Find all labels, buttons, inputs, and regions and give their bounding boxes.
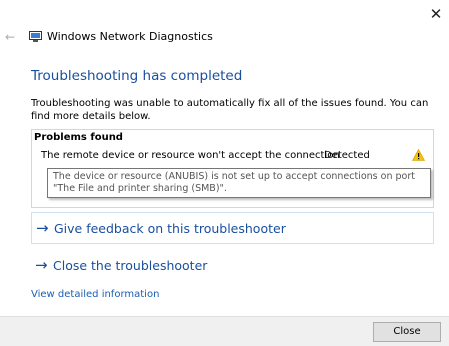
result-description: Troubleshooting was unable to automatica… [31,98,429,122]
problem-text[interactable]: The remote device or resource won't acce… [41,150,340,161]
page-title: Troubleshooting has completed [31,68,243,84]
give-feedback-link[interactable]: → Give feedback on this troubleshooter [31,212,434,244]
problems-header: Problems found [34,132,123,143]
give-feedback-label: Give feedback on this troubleshooter [54,220,286,236]
view-details-link[interactable]: View detailed information [31,289,159,300]
title-bar: ✕ [0,0,449,28]
network-diagnostics-icon [29,31,42,42]
close-troubleshooter-label: Close the troubleshooter [53,257,208,273]
arrow-right-icon: → [36,219,49,237]
back-arrow-icon[interactable]: ← [5,30,19,44]
close-troubleshooter-link[interactable]: → Close the troubleshooter [31,249,434,281]
problem-status: Detected [324,150,370,161]
window-close-icon[interactable]: ✕ [426,4,446,24]
arrow-right-icon: → [35,256,48,274]
problem-tooltip: The device or resource (ANUBIS) is not s… [47,168,431,198]
warning-icon [412,149,425,161]
app-title: Windows Network Diagnostics [47,30,213,43]
close-button[interactable]: Close [373,322,441,342]
footer-bar: Close [0,316,449,346]
